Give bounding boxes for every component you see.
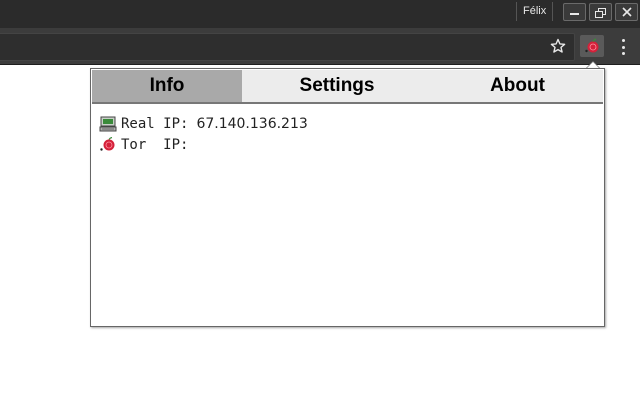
title-bar: Félix xyxy=(0,0,640,28)
minimize-icon xyxy=(570,13,579,15)
restore-button[interactable] xyxy=(589,3,612,21)
real-ip-value: 67.140.136.213 xyxy=(196,115,308,132)
tab-about[interactable]: About xyxy=(432,70,603,102)
tab-settings[interactable]: Settings xyxy=(242,70,432,102)
star-icon[interactable] xyxy=(550,38,566,54)
computer-icon xyxy=(99,116,117,132)
kebab-menu-icon[interactable] xyxy=(617,39,629,55)
browser-toolbar xyxy=(0,28,640,65)
restore-icon xyxy=(595,7,606,18)
profile-button[interactable]: Félix xyxy=(516,2,554,21)
popup-tabs: Info Settings About xyxy=(92,70,603,104)
minimize-button[interactable] xyxy=(563,3,586,21)
close-button[interactable] xyxy=(615,3,638,21)
tor-extension-button[interactable] xyxy=(580,35,604,57)
tab-info[interactable]: Info xyxy=(92,70,242,102)
real-ip-row: Real IP: 67.140.136.213 xyxy=(99,113,308,134)
address-bar[interactable] xyxy=(0,33,575,61)
tor-onion-icon xyxy=(585,38,599,53)
real-ip-label: Real IP: xyxy=(121,115,189,132)
tor-onion-icon xyxy=(99,136,117,153)
extension-popup: Info Settings About Real IP: 67.140.136.… xyxy=(90,68,605,327)
tor-ip-row: Tor IP: xyxy=(99,134,308,155)
tor-ip-label: Tor IP: xyxy=(121,136,189,153)
close-icon xyxy=(621,7,632,17)
info-panel: Real IP: 67.140.136.213 Tor IP: xyxy=(99,113,308,155)
